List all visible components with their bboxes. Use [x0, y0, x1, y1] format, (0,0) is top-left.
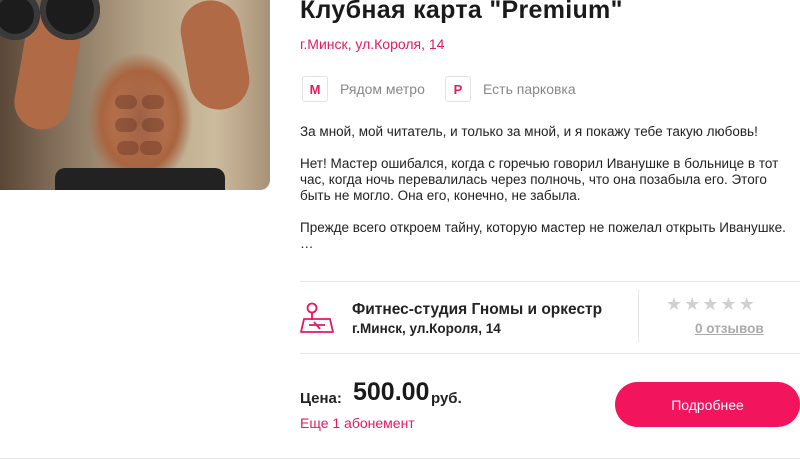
star-icon: ★	[666, 294, 683, 314]
photo-detail	[140, 141, 162, 155]
reviews-link[interactable]: 0 отзывов	[695, 321, 764, 336]
photo-detail	[117, 141, 139, 155]
description-paragraph: Нет! Мастер ошибался, когда с горечью го…	[300, 156, 779, 203]
map-location-icon	[300, 302, 334, 333]
star-icon: ★	[738, 294, 755, 314]
photo-detail	[115, 95, 137, 109]
star-icon: ★	[702, 294, 719, 314]
club-name[interactable]: Фитнес-студия Гномы и оркестр	[352, 301, 602, 319]
more-subscriptions-link[interactable]: Еще 1 абонемент	[300, 415, 415, 431]
metro-icon: M	[302, 76, 328, 102]
feature-label: Есть парковка	[483, 81, 576, 97]
photo-detail	[115, 118, 137, 132]
club-info: Фитнес-студия Гномы и оркестр г.Минск, у…	[300, 282, 800, 354]
star-icon: ★	[684, 294, 701, 314]
feature-metro: M Рядом метро	[302, 76, 425, 102]
photo-pants	[55, 168, 225, 190]
description-paragraph: За мной, мой читатель, и только за мной,…	[300, 124, 758, 139]
parking-icon: P	[445, 76, 471, 102]
details-button[interactable]: Подробнее	[615, 382, 800, 427]
card-title: Клубная карта "Premium"	[300, 0, 623, 24]
product-photo	[0, 0, 270, 190]
photo-detail	[142, 118, 164, 132]
divider	[300, 353, 800, 354]
feature-label: Рядом метро	[340, 81, 425, 97]
photo-detail	[142, 95, 164, 109]
photo-arm-right	[175, 0, 255, 115]
feature-parking: P Есть парковка	[445, 76, 576, 102]
card-description: За мной, мой читатель, и только за мной,…	[300, 124, 800, 268]
price-label: Цена:	[300, 390, 342, 407]
price-currency: руб.	[431, 390, 462, 407]
description-paragraph: Прежде всего откроем тайну, которую маст…	[300, 220, 786, 251]
rating-stars: ★ ★ ★ ★ ★	[666, 294, 755, 315]
divider	[638, 290, 639, 342]
star-icon: ★	[720, 294, 737, 314]
card-address[interactable]: г.Минск, ул.Короля, 14	[300, 36, 444, 52]
price-value: 500.00	[353, 378, 430, 406]
club-address: г.Минск, ул.Короля, 14	[352, 321, 501, 336]
